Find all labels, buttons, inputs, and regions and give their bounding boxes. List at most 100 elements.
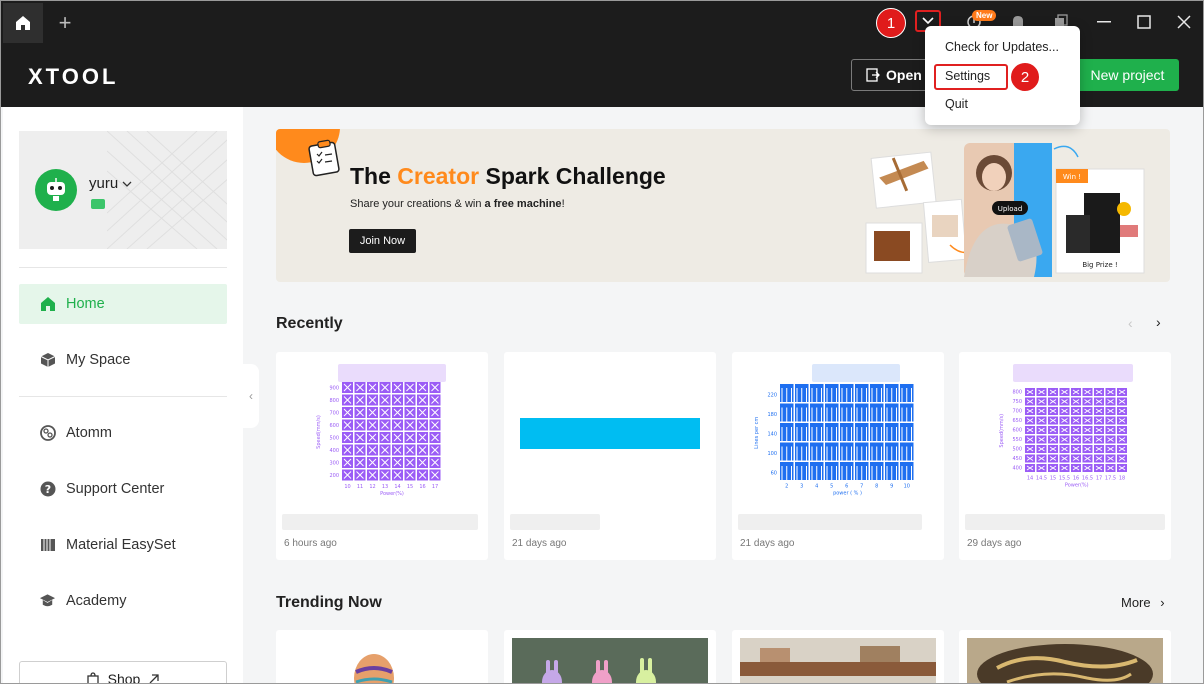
project-time: 6 hours ago: [284, 538, 337, 549]
big-prize-label: Big Prize !: [1082, 261, 1117, 269]
project-thumbnail: 220 180 140 100 60 2 3 4 5 6 7 8 9 10 power ( % ) Lines…: [754, 364, 914, 497]
sidebar-item-academy[interactable]: Academy: [19, 581, 227, 621]
trending-card[interactable]: [732, 630, 944, 683]
trending-title: Trending Now: [276, 594, 382, 611]
sidebar-item-material-easyset[interactable]: Material EasySet: [19, 525, 227, 565]
join-now-button[interactable]: Join Now: [349, 229, 416, 253]
trending-thumbnail-bunnies: [512, 638, 708, 683]
sidebar-item-label: Atomm: [66, 425, 112, 441]
sidebar-item-atomm[interactable]: Atomm: [19, 413, 227, 453]
cyan-bar-shape: [520, 418, 700, 449]
x-tick-label: 4: [815, 484, 818, 490]
new-project-button[interactable]: New project: [1076, 59, 1179, 91]
y-tick-label: 600: [1012, 428, 1022, 434]
chevron-down-icon: [922, 17, 934, 25]
sidebar-divider: [19, 396, 227, 397]
step-callout-1: 1: [876, 8, 906, 38]
close-icon: [1177, 15, 1191, 29]
minimize-icon: [1097, 21, 1111, 23]
new-badge: New: [972, 10, 997, 21]
x-tick-label: 17: [1096, 476, 1102, 482]
y-tick-label: 200: [329, 473, 339, 479]
x-tick-label: 14: [1027, 476, 1033, 482]
y-tick-label: 220: [767, 393, 777, 399]
x-tick-label: 13: [382, 484, 388, 490]
shop-button[interactable]: Shop: [19, 661, 227, 683]
trending-card[interactable]: [276, 630, 488, 683]
close-button[interactable]: [1161, 1, 1203, 43]
plus-icon: +: [58, 10, 72, 35]
thumbnail-header-bar: [812, 364, 900, 382]
menu-item-check-updates[interactable]: Check for Updates...: [945, 40, 1059, 54]
trending-card[interactable]: [959, 630, 1171, 683]
challenge-banner[interactable]: The Creator Spark Challenge Share your c…: [276, 129, 1170, 282]
chevron-left-icon: ‹: [1128, 315, 1133, 331]
open-file-icon: [866, 68, 880, 82]
banner-subtitle: Share your creations & win a free machin…: [350, 198, 565, 210]
project-name-placeholder: [738, 514, 922, 530]
sidebar-item-support-center[interactable]: ? Support Center: [19, 469, 227, 509]
settings-highlight-box: [934, 64, 1008, 90]
x-tick-label: 12: [369, 484, 375, 490]
sidebar-item-my-space[interactable]: My Space: [19, 340, 227, 380]
thumbnail-header-bar: [1013, 364, 1133, 382]
menu-item-quit[interactable]: Quit: [945, 97, 968, 111]
x-tick-label: 2: [785, 484, 788, 490]
trending-thumbnail-easter-egg: [354, 654, 394, 683]
add-tab-button[interactable]: +: [45, 3, 85, 43]
app-window: + New XTOOL Open New project yuru Home M…: [0, 0, 1204, 684]
recent-project-card[interactable]: 21 days ago: [504, 352, 716, 560]
open-button[interactable]: Open: [851, 59, 931, 91]
trending-more-link[interactable]: More ›: [1121, 595, 1165, 610]
recently-next-button[interactable]: ›: [1156, 314, 1161, 330]
project-name-placeholder: [965, 514, 1165, 530]
recent-project-card[interactable]: 800 750 700 650 600 550 500 450 400 14 14.5 15 15.5 1…: [959, 352, 1171, 560]
sidebar-collapse-toggle[interactable]: ‹: [243, 364, 259, 428]
chevron-right-icon: ›: [1156, 314, 1161, 330]
sidebar-item-label: Material EasySet: [66, 537, 176, 553]
material-icon: [39, 537, 56, 554]
upload-label: Upload: [998, 205, 1023, 213]
username[interactable]: yuru: [89, 175, 132, 192]
trending-card[interactable]: [504, 630, 716, 683]
xtool-logo: XTOOL: [28, 64, 119, 89]
username-text: yuru: [89, 175, 119, 192]
x-tick-label: 14: [394, 484, 400, 490]
home-icon: [39, 296, 56, 313]
project-time: 21 days ago: [512, 538, 567, 549]
y-tick-label: 550: [1012, 437, 1022, 443]
recent-project-card[interactable]: 220 180 140 100 60 2 3 4 5 6 7 8 9 10 power ( % ) Lines…: [732, 352, 944, 560]
maximize-icon: [1137, 15, 1151, 29]
y-tick-label: 180: [767, 412, 777, 418]
x-tick-label: 5: [830, 484, 833, 490]
x-tick-label: 10: [904, 484, 910, 490]
banner-title-suffix: Spark Challenge: [479, 163, 666, 189]
y-tick-label: 60: [771, 471, 777, 477]
x-tick-label: 17: [432, 484, 438, 490]
y-tick-label: 300: [329, 461, 339, 467]
x-tick-label: 18: [1119, 476, 1125, 482]
cube-icon: [39, 352, 56, 369]
external-link-icon: [149, 674, 159, 683]
recently-title: Recently: [276, 315, 343, 332]
trending-thumbnail-workshop: [740, 638, 936, 683]
y-tick-label: 400: [329, 448, 339, 454]
recent-project-card[interactable]: 900 800 700 600 500 400 300 200 10 11 12 13 14 15 16 17…: [276, 352, 488, 560]
chevron-down-icon: [122, 181, 132, 187]
home-tab[interactable]: [3, 3, 43, 43]
sidebar-divider: [19, 267, 227, 268]
project-name-placeholder: [282, 514, 478, 530]
sidebar-item-label: Support Center: [66, 481, 165, 497]
avatar[interactable]: [35, 169, 77, 211]
x-tick-label: 16: [419, 484, 425, 490]
sidebar-item-label: Home: [66, 296, 105, 312]
recently-prev-button[interactable]: ‹: [1128, 315, 1133, 331]
trending-thumbnail-engraving: [967, 638, 1163, 683]
profile-card[interactable]: yuru: [19, 131, 227, 249]
x-tick-label: 7: [860, 484, 863, 490]
x-tick-label: 16.5: [1082, 476, 1093, 482]
x-tick-label: 8: [875, 484, 878, 490]
banner-subtitle-suffix: !: [561, 198, 565, 210]
project-thumbnail: 900 800 700 600 500 400 300 200 10 11 12 13 14 15 16 17…: [316, 364, 446, 497]
sidebar-item-home[interactable]: Home: [19, 284, 227, 324]
